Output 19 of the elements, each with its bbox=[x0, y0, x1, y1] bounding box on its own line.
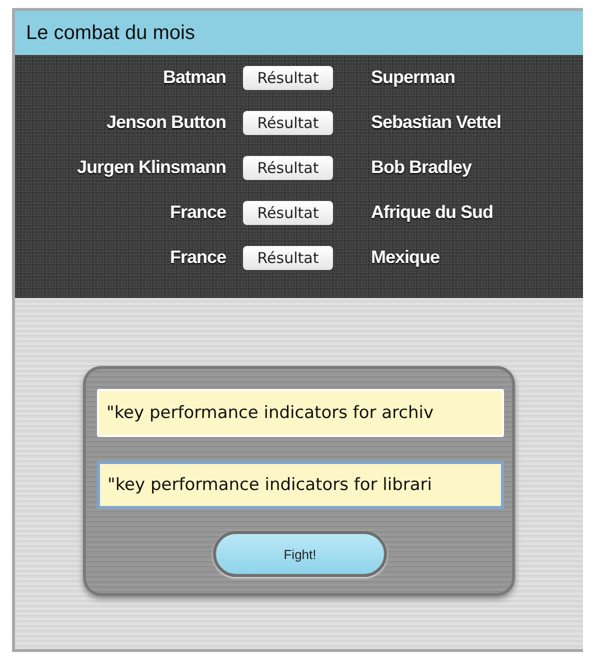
fighter-name: Jurgen Klinsmann bbox=[76, 157, 227, 178]
fighter-name: Mexique bbox=[370, 247, 441, 268]
result-button[interactable]: Résultat bbox=[243, 110, 333, 134]
fighter-name: Bob Bradley bbox=[370, 157, 473, 178]
fight-button[interactable]: Fight! bbox=[213, 531, 387, 577]
fighter-name: Sebastian Vettel bbox=[370, 112, 502, 133]
panel-title: Le combat du mois bbox=[15, 11, 583, 55]
result-button[interactable]: Résultat bbox=[243, 66, 333, 90]
fighter-name: Afrique du Sud bbox=[370, 202, 494, 223]
search-field[interactable]: "key performance indicators for librari bbox=[96, 461, 504, 509]
fighter-name: Jenson Button bbox=[106, 112, 227, 133]
fighter-name: France bbox=[168, 247, 227, 268]
result-button[interactable]: Résultat bbox=[243, 200, 333, 224]
fighter-name: France bbox=[168, 202, 227, 223]
result-button[interactable]: Résultat bbox=[243, 156, 333, 180]
result-button[interactable]: Résultat bbox=[243, 246, 333, 270]
search-field[interactable]: "key performance indicators for archiv bbox=[96, 389, 504, 437]
fighter-name: Batman bbox=[162, 67, 227, 88]
fighter-name: Superman bbox=[370, 67, 456, 88]
